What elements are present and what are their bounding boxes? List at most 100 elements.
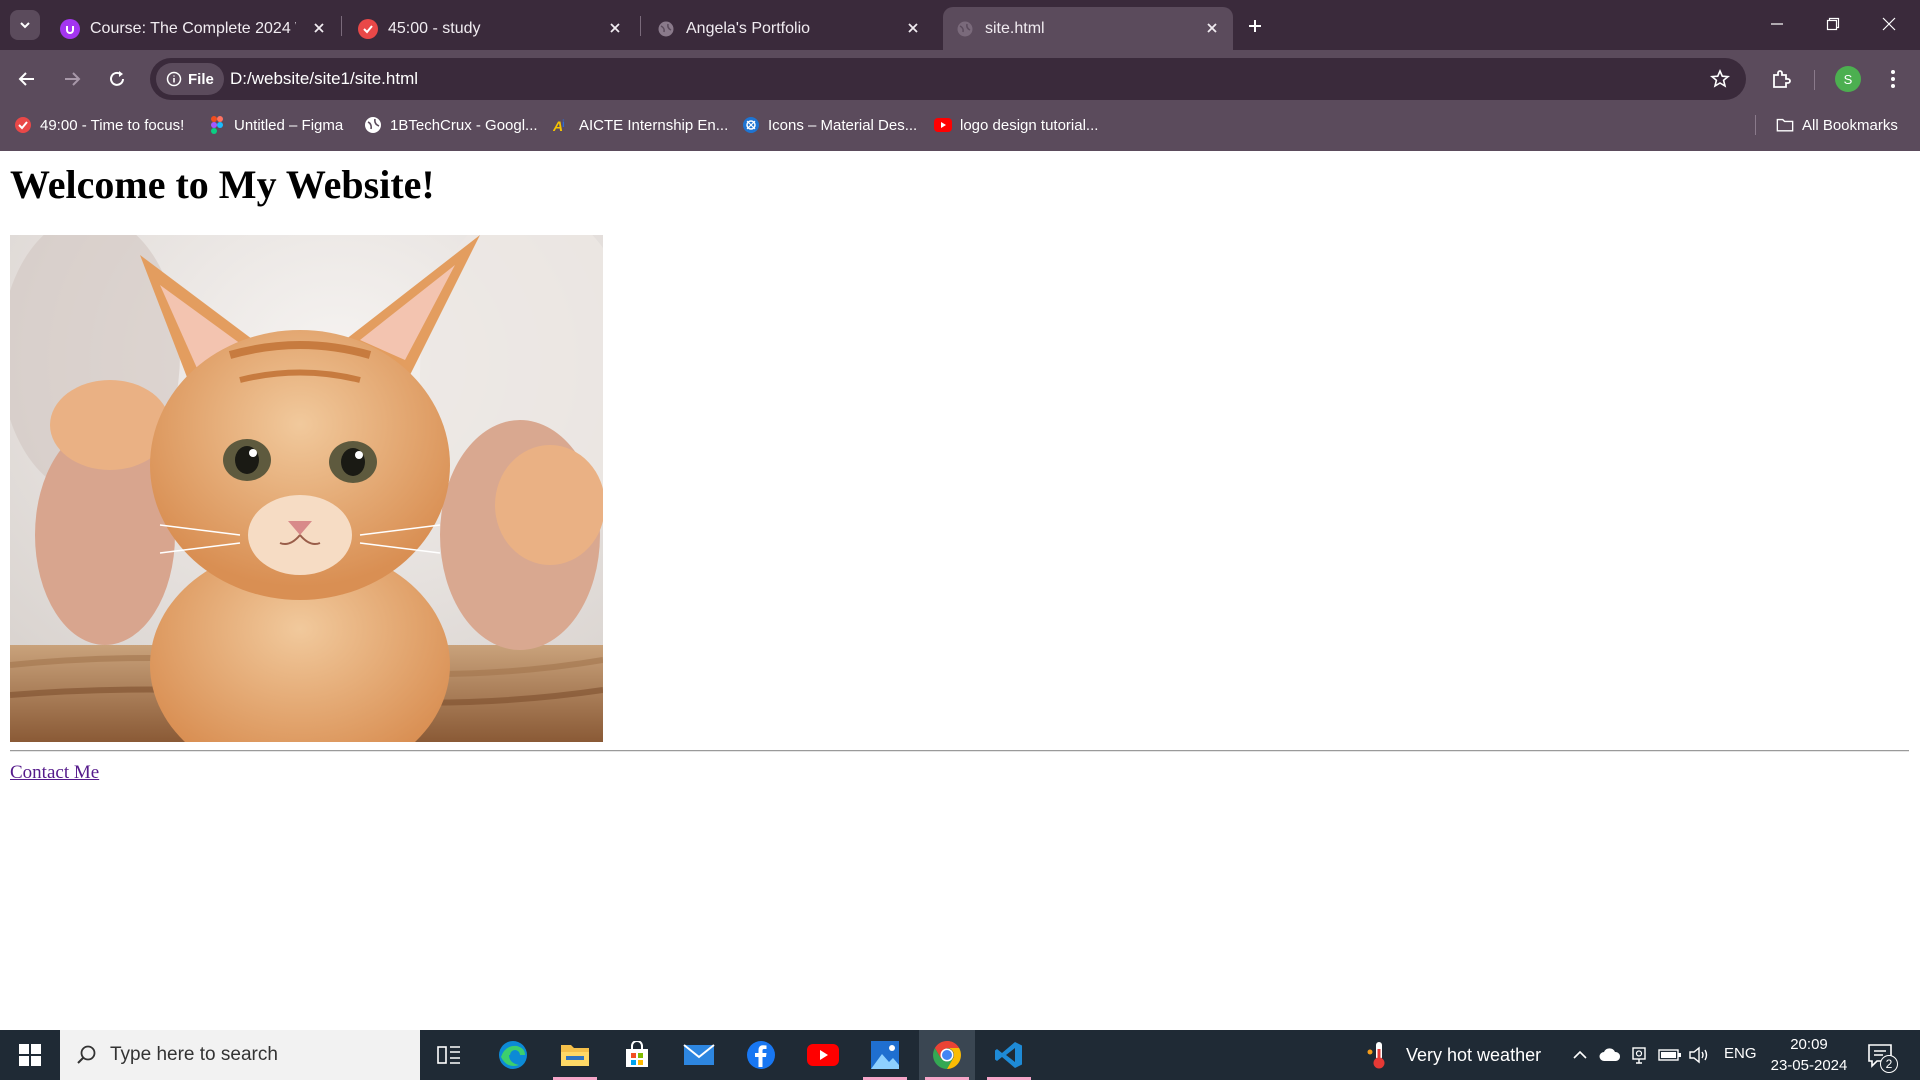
close-icon[interactable] xyxy=(902,17,924,39)
taskbar-chrome[interactable] xyxy=(919,1030,975,1080)
taskbar-search[interactable]: Type here to search xyxy=(60,1030,420,1080)
bookmark-figma[interactable]: Untitled – Figma xyxy=(208,108,343,142)
horizontal-rule xyxy=(10,750,1909,752)
bookmark-techcrux[interactable]: 1BTechCrux - Googl... xyxy=(364,108,538,142)
windows-logo-icon xyxy=(19,1044,41,1066)
bookmark-star-button[interactable] xyxy=(1708,67,1732,91)
taskbar-file-explorer[interactable] xyxy=(547,1030,603,1080)
close-icon[interactable] xyxy=(1201,17,1223,39)
tab-angelas-portfolio[interactable]: Angela's Portfolio xyxy=(644,7,934,50)
tab-title: Course: The Complete 2024 We xyxy=(90,19,296,37)
bookmark-material-icons[interactable]: Icons – Material Des... xyxy=(742,108,917,142)
reload-button[interactable] xyxy=(100,62,134,96)
restore-icon xyxy=(1826,17,1840,31)
onedrive-tray-button[interactable] xyxy=(1598,1043,1622,1067)
start-button[interactable] xyxy=(0,1030,60,1080)
tab-site-html[interactable]: site.html xyxy=(943,7,1233,50)
windows-taskbar: Type here to search Very hot weather ENG… xyxy=(0,1030,1920,1080)
taskbar-mail[interactable] xyxy=(671,1030,727,1080)
facebook-icon xyxy=(747,1041,775,1069)
svg-text:i: i xyxy=(562,119,565,130)
kitten-image xyxy=(10,235,603,742)
puzzle-icon xyxy=(1773,70,1791,88)
browser-menu-button[interactable] xyxy=(1876,62,1910,96)
material-icon xyxy=(742,116,760,134)
info-icon xyxy=(166,71,182,87)
site-chip-label: File xyxy=(188,70,214,88)
udemy-icon xyxy=(60,18,80,39)
globe-icon xyxy=(364,116,382,134)
taskbar-photos[interactable] xyxy=(857,1030,913,1080)
tab-separator xyxy=(640,16,641,36)
input-language[interactable]: ENG xyxy=(1724,1045,1757,1062)
browser-toolbar: File D:/website/site1/site.html S xyxy=(0,50,1920,108)
new-tab-button[interactable] xyxy=(1241,12,1269,40)
site-info-chip[interactable]: File xyxy=(156,63,224,95)
back-button[interactable] xyxy=(10,62,44,96)
figma-icon xyxy=(208,116,226,134)
weather-widget[interactable]: Very hot weather xyxy=(1366,1030,1541,1080)
forward-button[interactable] xyxy=(55,62,89,96)
toolbar-separator xyxy=(1814,70,1815,90)
task-view-button[interactable] xyxy=(421,1030,477,1080)
youtube-icon xyxy=(807,1044,839,1066)
taskbar-store[interactable] xyxy=(609,1030,665,1080)
speaker-icon xyxy=(1689,1046,1708,1064)
show-hidden-icons-button[interactable] xyxy=(1568,1043,1592,1067)
reload-icon xyxy=(110,71,124,86)
chrome-icon xyxy=(933,1041,961,1069)
notification-center-button[interactable]: 2 xyxy=(1866,1041,1898,1073)
bookmark-label: Icons – Material Des... xyxy=(768,116,918,134)
contact-me-link[interactable]: Contact Me xyxy=(10,762,99,784)
url-text: D:/website/site1/site.html xyxy=(230,69,419,88)
tab-udemy-course[interactable]: Course: The Complete 2024 We xyxy=(48,7,340,50)
system-clock[interactable]: 20:09 23-05-2024 xyxy=(1766,1034,1852,1076)
profile-avatar[interactable]: S xyxy=(1835,66,1861,92)
globe-icon xyxy=(955,19,975,39)
bookmarks-separator xyxy=(1755,115,1756,135)
close-window-button[interactable] xyxy=(1866,8,1912,40)
bookmark-focus-timer[interactable]: 49:00 - Time to focus! xyxy=(14,108,184,142)
close-icon[interactable] xyxy=(308,17,330,39)
more-vertical-icon xyxy=(1891,70,1895,88)
store-icon xyxy=(626,1041,648,1067)
tab-study-timer[interactable]: 45:00 - study xyxy=(346,7,636,50)
volume-tray-button[interactable] xyxy=(1688,1043,1712,1067)
all-bookmarks-button[interactable]: All Bookmarks xyxy=(1776,108,1898,142)
minimize-icon xyxy=(1771,23,1783,25)
extensions-button[interactable] xyxy=(1764,62,1798,96)
close-icon[interactable] xyxy=(604,17,626,39)
weather-text: Very hot weather xyxy=(1406,1044,1542,1065)
photos-icon xyxy=(871,1041,899,1069)
all-bookmarks-label: All Bookmarks xyxy=(1802,116,1898,134)
search-placeholder: Type here to search xyxy=(110,1044,278,1065)
search-icon xyxy=(77,1045,96,1064)
webcam-icon xyxy=(1632,1047,1646,1064)
file-explorer-icon xyxy=(561,1045,589,1066)
bookmark-aicte[interactable]: Ai AICTE Internship En... xyxy=(553,108,728,142)
address-bar[interactable]: File D:/website/site1/site.html xyxy=(150,58,1746,100)
chevron-down-icon xyxy=(20,22,30,29)
task-view-icon xyxy=(437,1046,460,1064)
bookmark-label: Untitled – Figma xyxy=(234,116,344,134)
taskbar-facebook[interactable] xyxy=(733,1030,789,1080)
minimize-button[interactable] xyxy=(1754,8,1800,40)
plus-icon xyxy=(1249,20,1261,32)
taskbar-youtube[interactable] xyxy=(795,1030,851,1080)
restore-button[interactable] xyxy=(1810,8,1856,40)
taskbar-edge[interactable] xyxy=(485,1030,541,1080)
bookmark-logo-tutorial[interactable]: logo design tutorial... xyxy=(934,108,1098,142)
tab-search-button[interactable] xyxy=(10,10,40,40)
bookmark-label: 49:00 - Time to focus! xyxy=(40,116,185,134)
tab-title: site.html xyxy=(985,19,1045,37)
battery-tray-button[interactable] xyxy=(1658,1043,1682,1067)
bookmark-label: 1BTechCrux - Googl... xyxy=(390,116,538,134)
battery-icon xyxy=(1658,1049,1681,1061)
bookmarks-bar: 49:00 - Time to focus! Untitled – Figma … xyxy=(0,108,1920,151)
meet-now-tray-button[interactable] xyxy=(1628,1043,1652,1067)
taskbar-vscode[interactable] xyxy=(981,1030,1037,1080)
bookmark-label: AICTE Internship En... xyxy=(579,116,729,134)
folder-icon xyxy=(1776,116,1794,134)
cloud-icon xyxy=(1599,1048,1621,1061)
page-heading: Welcome to My Website! xyxy=(10,162,435,207)
